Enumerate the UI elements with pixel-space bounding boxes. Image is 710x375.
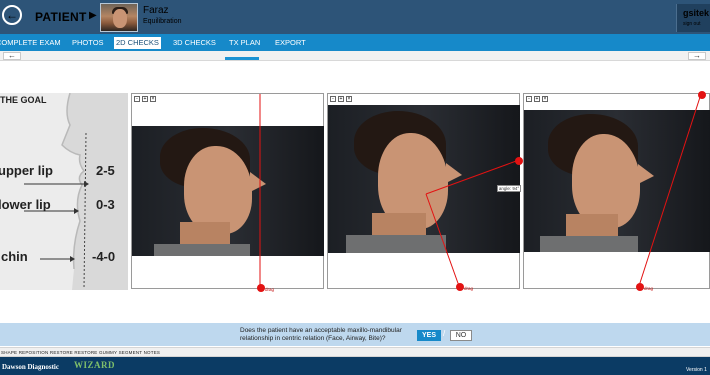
profile-photo-1 [132,126,324,256]
goal-value-lower-lip: 0-3 [96,197,115,212]
yes-button[interactable]: YES [417,330,441,341]
panel-toolbar: - + × [330,96,352,102]
expand-icon[interactable]: + [338,96,344,102]
close-icon[interactable]: × [542,96,548,102]
goal-value-chin: -4-0 [92,249,116,264]
patient-arrow-icon: ▶ [89,10,97,21]
next-arrow-icon[interactable]: → [688,52,706,60]
goal-value-upper-lip: 2-5 [96,163,115,178]
panel-toolbar: - + × [526,96,548,102]
drag-label: drag [265,287,275,292]
goal-label-chin: chin [1,249,28,264]
tab-3d-checks[interactable]: 3D CHECKS [173,37,216,49]
photo-panel-3: - + × drag [523,91,710,291]
no-button[interactable]: NO [450,330,472,341]
tab-export[interactable]: EXPORT [275,37,306,49]
avatar-face [113,9,127,28]
version-label: Version 1 [686,367,707,373]
prev-arrow-icon[interactable]: ← [3,52,21,60]
minimize-icon[interactable]: - [526,96,532,102]
tab-2d-checks[interactable]: 2D CHECKS [114,37,161,49]
patient-avatar[interactable] [100,3,138,32]
back-icon[interactable]: ← [2,5,22,25]
tab-complete-exam[interactable]: COMPLETE EXAM [0,37,61,49]
profile-photo-3 [524,110,710,252]
brand-wizard: WIZARD [74,360,116,370]
answer-separator: / [443,329,446,338]
goal-label-upper-lip: upper lip [0,163,53,178]
goal-label-lower-lip: lower lip [0,197,51,212]
angle-readout: angle: 94° [497,185,521,192]
user-name[interactable]: gsitek [683,8,709,18]
sub-navigation-items[interactable]: SHAPE REPOSITION RESTORE RESTORE GUMMY S… [1,350,160,355]
tab-photos[interactable]: PHOTOS [72,37,104,49]
close-icon[interactable]: × [150,96,156,102]
drag-label: drag [464,286,474,291]
expand-icon[interactable]: + [142,96,148,102]
photo-panel-2: - + × drag [327,93,523,291]
goal-diagram: THE GOAL upper lip 2-5 lower lip 0-3 chi… [0,93,128,290]
line-handle-top[interactable] [698,91,706,99]
angle-handle[interactable] [515,157,523,165]
goal-title: THE GOAL [0,95,47,105]
panel-toolbar: - + × [134,96,156,102]
drag-handle[interactable] [636,283,644,291]
step-nav [0,51,710,61]
brand-name: Dawson Diagnostic [2,363,59,371]
active-step-indicator [225,57,259,60]
profile-photo-2 [328,105,520,253]
close-icon[interactable]: × [346,96,352,102]
expand-icon[interactable]: + [534,96,540,102]
question-text: Does the patient have an acceptable maxi… [240,327,402,342]
patient-name: Faraz [143,5,169,16]
tab-tx-plan[interactable]: TX PLAN [229,37,260,49]
patient-procedure: Equilibration [143,18,182,25]
patient-label: PATIENT [35,10,87,24]
drag-handle[interactable] [456,283,464,291]
minimize-icon[interactable]: - [134,96,140,102]
photo-panel-1: - + × drag [131,93,324,292]
tab-bar: COMPLETE EXAM PHOTOS 2D CHECKS 3D CHECKS… [0,34,710,51]
drag-handle[interactable] [257,284,265,292]
drag-label: drag [644,286,654,291]
sign-out-link[interactable]: sign out [683,21,701,27]
minimize-icon[interactable]: - [330,96,336,102]
